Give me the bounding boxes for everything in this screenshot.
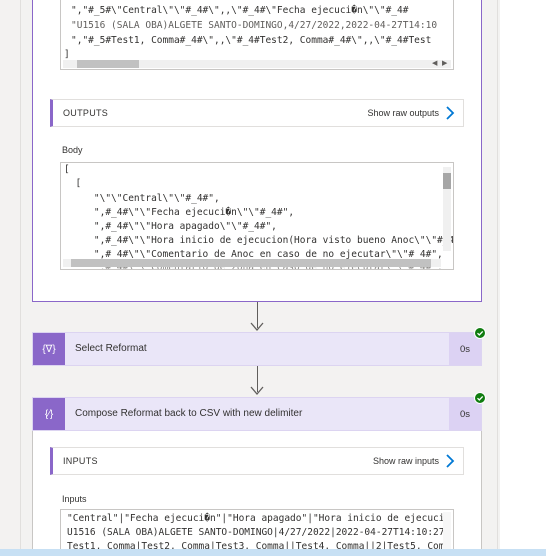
inputs-code-panel[interactable]: ","#_5#\"Central\"\"#_4#\",,\"#_4#\"Fech…	[60, 0, 454, 70]
code-line: ",#_4#\"\"Hora inicio de ejecucion(Hora …	[71, 235, 454, 246]
left-guide-line	[20, 0, 21, 556]
compose-icon: {∕}	[33, 398, 65, 430]
connector-arrow-icon	[250, 386, 264, 395]
show-raw-outputs-link[interactable]: Show raw outputs	[367, 108, 439, 118]
code-line: "U1516 (SALA OBA)ALGETE SANTO-DOMINGO,4/…	[71, 20, 438, 31]
scrollbar-thumb[interactable]	[71, 259, 431, 267]
scroll-left-icon[interactable]: ◀	[432, 59, 437, 67]
inputs-header: INPUTS Show raw inputs	[50, 447, 464, 475]
outputs-title: OUTPUTS	[63, 108, 109, 118]
body-label: Body	[62, 145, 83, 155]
chevron-right-icon[interactable]	[443, 104, 457, 122]
right-guide-line	[497, 0, 498, 556]
success-check-icon	[474, 392, 486, 404]
select-reformat-action[interactable]: {∇} Select Reformat 0s	[32, 332, 482, 366]
step-title: Compose Reformat back to CSV with new de…	[75, 408, 303, 419]
expanded-action-card: ","#_5#\"Central\"\"#_4#\",,\"#_4#\"Fech…	[32, 0, 482, 302]
code-line: ",#_4#\"\"Hora apagado\"\"#_4#",	[71, 221, 277, 232]
outputs-header: OUTPUTS Show raw outputs	[50, 99, 464, 127]
show-raw-inputs-link[interactable]: Show raw inputs	[373, 456, 439, 466]
data-operation-icon: {∇}	[33, 333, 65, 365]
code-line: "\"\"Central\"\"#_4#",	[71, 193, 220, 204]
right-margin	[500, 0, 546, 556]
scrollbar-thumb[interactable]	[443, 173, 451, 189]
scrollbar-thumb[interactable]	[77, 60, 139, 68]
outputs-code-panel[interactable]: [ [ "\"\"Central\"\"#_4#", ",#_4#\"\"Fec…	[60, 162, 454, 270]
scroll-right-icon[interactable]: ▶	[442, 59, 447, 67]
code-line: ","#_5#Test1, Comma#_4#\",,\"#_4#Test2, …	[71, 35, 432, 46]
horizontal-scrollbar[interactable]	[63, 259, 441, 267]
vertical-scrollbar[interactable]	[443, 167, 451, 251]
code-line: [	[64, 164, 70, 175]
code-line: ","#_5#\"Central\"\"#_4#\",,\"#_4#\"Fech…	[71, 5, 409, 16]
connector-arrow-icon	[250, 322, 264, 331]
compose-reformat-action[interactable]: {∕} Compose Reformat back to CSV with ne…	[32, 397, 482, 431]
bottom-status-strip	[0, 549, 546, 556]
step-title: Select Reformat	[75, 343, 147, 354]
code-line: "Central"|"Fecha ejecuci�n"|"Hora apagad…	[67, 513, 445, 524]
compose-details-card: INPUTS Show raw inputs Inputs "Central"|…	[32, 431, 482, 556]
code-line: ",#_4#\"\"Fecha ejecuci�n\"\"#_4#",	[71, 207, 295, 218]
chevron-right-icon[interactable]	[443, 452, 457, 470]
code-line: [	[64, 178, 82, 189]
inputs-title: INPUTS	[63, 456, 98, 466]
horizontal-scrollbar[interactable]	[63, 60, 451, 68]
code-line: U1516 (SALA OBA)ALGETE SANTO-DOMINGO|4/2…	[67, 527, 451, 538]
success-check-icon	[474, 327, 486, 339]
inputs-label: Inputs	[62, 494, 87, 504]
